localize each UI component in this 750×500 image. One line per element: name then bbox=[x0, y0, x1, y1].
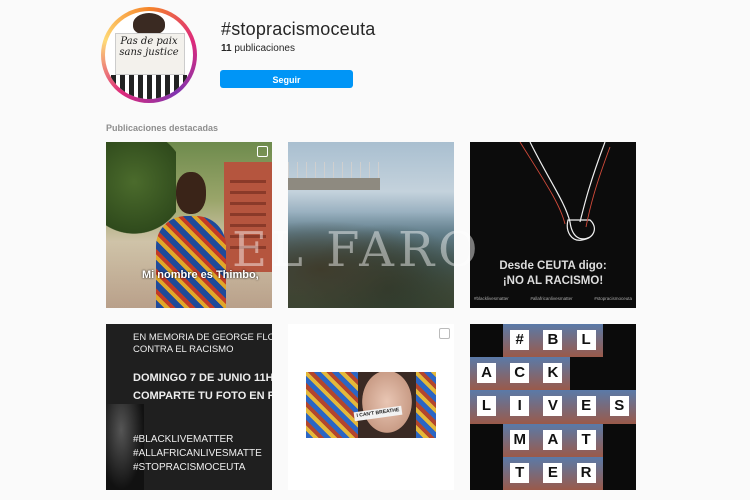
multiple-posts-icon bbox=[439, 328, 450, 339]
letter-grid: # B L A C K L I V E S M A T T E R bbox=[470, 324, 636, 490]
poster-line-3: DOMINGO 7 DE JUNIO 11H bbox=[133, 372, 272, 384]
grid-cell: R bbox=[569, 456, 603, 490]
grid-cell bbox=[602, 456, 636, 490]
grid-cell: I bbox=[503, 390, 537, 424]
letter-card: V bbox=[543, 396, 563, 417]
poster-line-2: CONTRA EL RACISMO bbox=[133, 344, 234, 355]
letter-card: T bbox=[510, 462, 530, 483]
letter-card: S bbox=[609, 396, 629, 417]
letter-card: # bbox=[510, 330, 530, 350]
protest-photo: I CAN'T BREATHE bbox=[306, 372, 436, 438]
post-thumbnail-6[interactable]: # B L A C K L I V E S M A T T E R bbox=[470, 324, 636, 490]
avatar-person-head bbox=[133, 13, 165, 35]
post-thumbnail-5[interactable]: I CAN'T BREATHE bbox=[288, 324, 454, 490]
grid-cell: M bbox=[503, 423, 537, 457]
grid-cell: # bbox=[503, 324, 537, 358]
hashtag-avatar[interactable]: Pas de paix sans justice bbox=[101, 7, 197, 103]
avatar-image: Pas de paix sans justice bbox=[105, 11, 193, 99]
grid-cell bbox=[470, 456, 504, 490]
video-caption: Mi nombre es Thimbo, bbox=[142, 269, 259, 281]
poster-line-1: EN MEMORIA DE GEORGE FLOYD, LAS VÍ bbox=[133, 332, 272, 343]
poster-line-6: #ALLAFRICANLIVESMATTE bbox=[133, 448, 262, 459]
post-count: 11 publicaciones bbox=[221, 43, 295, 54]
hashtag-footer: #blacklivesmatter #allafricanlivesmatter… bbox=[474, 296, 632, 301]
follow-button[interactable]: Seguir bbox=[220, 70, 353, 88]
letter-card: L bbox=[477, 396, 496, 417]
letter-card: R bbox=[576, 462, 596, 483]
grid-cell: A bbox=[470, 357, 504, 391]
grid-cell: E bbox=[569, 390, 603, 424]
grid-cell: C bbox=[503, 357, 537, 391]
post-thumbnail-2[interactable] bbox=[288, 142, 454, 308]
post-count-label: publicaciones bbox=[234, 43, 295, 54]
grid-cell: T bbox=[503, 456, 537, 490]
grid-cell: K bbox=[536, 357, 570, 391]
poster-line-7: #STOPRACISMOCEUTA bbox=[133, 462, 246, 473]
multiple-posts-icon bbox=[257, 146, 268, 157]
grid-cell: E bbox=[536, 456, 570, 490]
man-in-video bbox=[156, 172, 226, 308]
building-shape bbox=[224, 162, 272, 272]
person-silhouette bbox=[106, 404, 144, 490]
hashtag-header: Pas de paix sans justice #stopracismoceu… bbox=[0, 0, 750, 112]
grid-cell: V bbox=[536, 390, 570, 424]
grid-cell bbox=[602, 423, 636, 457]
patterned-shirt bbox=[156, 216, 226, 308]
letter-card: L bbox=[576, 330, 596, 350]
woman-face bbox=[358, 372, 416, 438]
grid-cell bbox=[602, 357, 636, 391]
letter-card: K bbox=[543, 363, 563, 384]
poster-line-5: #BLACKLIVEMATTER bbox=[133, 434, 234, 445]
post-thumbnail-3[interactable]: Desde CEUTA digo: ¡NO AL RACISMO! #black… bbox=[470, 142, 636, 308]
grid-cell: L bbox=[470, 390, 504, 424]
hashtag-footer-1: #blacklivesmatter bbox=[474, 296, 509, 301]
avatar-sign-text: Pas de paix sans justice bbox=[119, 36, 179, 58]
grid-cell: B bbox=[536, 324, 570, 358]
hashtag-footer-2: #allafricanlivesmatter bbox=[530, 296, 573, 301]
letter-card: M bbox=[510, 429, 530, 450]
letter-card: C bbox=[510, 363, 530, 384]
title-line-1: Desde CEUTA digo: bbox=[499, 260, 607, 272]
post-count-number: 11 bbox=[221, 43, 232, 54]
post-thumbnail-1[interactable]: Mi nombre es Thimbo, bbox=[106, 142, 272, 308]
grid-cell: T bbox=[569, 423, 603, 457]
title-line-2: ¡NO AL RACISMO! bbox=[502, 275, 604, 287]
grid-cell bbox=[569, 357, 603, 391]
grid-cell: S bbox=[602, 390, 636, 424]
grid-cell bbox=[470, 324, 504, 358]
hashtag-footer-3: #stopracismoceuta bbox=[594, 296, 632, 301]
letter-card: I bbox=[510, 396, 530, 417]
grid-cell: L bbox=[569, 324, 603, 358]
letter-card: A bbox=[543, 429, 563, 450]
grid-cell bbox=[602, 324, 636, 358]
letter-card: A bbox=[477, 363, 496, 384]
grid-cell: A bbox=[536, 423, 570, 457]
letter-card: E bbox=[576, 396, 596, 417]
poster-line-4: COMPARTE TU FOTO EN REDES bbox=[133, 390, 272, 402]
top-posts-label: Publicaciones destacadas bbox=[106, 123, 219, 133]
avatar-raised-hands bbox=[111, 75, 187, 99]
breakwater bbox=[288, 178, 380, 190]
grid-cell bbox=[470, 423, 504, 457]
rocky-shore bbox=[288, 212, 454, 308]
letter-card: T bbox=[576, 429, 596, 450]
face-shape bbox=[176, 172, 206, 214]
holding-hands-drawing bbox=[519, 142, 611, 241]
letter-card: E bbox=[543, 462, 563, 483]
post-thumbnail-4[interactable]: EN MEMORIA DE GEORGE FLOYD, LAS VÍ CONTR… bbox=[106, 324, 272, 490]
hashtag-title: #stopracismoceuta bbox=[221, 19, 376, 39]
anti-racism-title: Desde CEUTA digo: ¡NO AL RACISMO! bbox=[470, 259, 636, 289]
letter-card: B bbox=[543, 330, 563, 350]
